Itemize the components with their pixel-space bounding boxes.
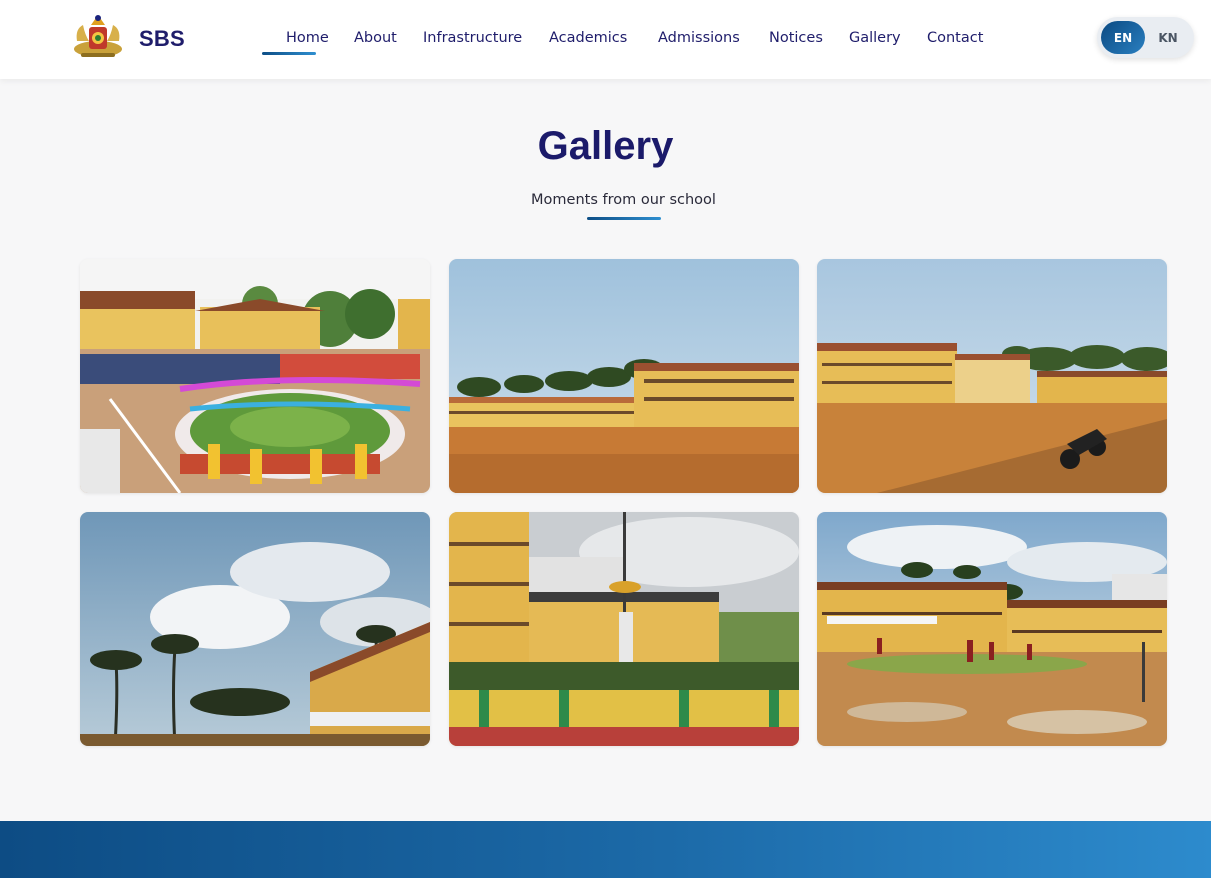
site-header: SBS Home About Infrastructure Academics …: [0, 0, 1211, 79]
brand-name[interactable]: SBS: [139, 26, 185, 52]
gallery-image-palms-and-sky[interactable]: [80, 512, 430, 746]
nav-notices[interactable]: Notices: [769, 30, 823, 46]
language-toggle: EN KN: [1097, 17, 1194, 58]
gallery-image-school-building-field[interactable]: [449, 259, 799, 493]
nav-gallery[interactable]: Gallery: [849, 30, 901, 46]
language-kn-button[interactable]: KN: [1146, 21, 1190, 54]
language-en-button[interactable]: EN: [1101, 21, 1145, 54]
nav-about[interactable]: About: [354, 30, 397, 46]
footer-band: [0, 821, 1211, 878]
nav-home[interactable]: Home: [286, 30, 329, 46]
gallery-image-courtyard-students[interactable]: [817, 512, 1167, 746]
active-nav-indicator: [262, 52, 316, 55]
karnataka-emblem-icon[interactable]: [71, 11, 125, 61]
page-title: Gallery: [537, 124, 674, 168]
nav-infrastructure[interactable]: Infrastructure: [423, 30, 522, 46]
nav-admissions[interactable]: Admissions: [658, 30, 740, 46]
nav-contact[interactable]: Contact: [927, 30, 983, 46]
gallery-image-assembly-ground[interactable]: [80, 259, 430, 493]
title-underline: [587, 217, 661, 220]
gallery-image-flagpole-garden[interactable]: [449, 512, 799, 746]
gallery-image-ground-with-motorbike[interactable]: [817, 259, 1167, 493]
nav-academics[interactable]: Academics: [549, 30, 627, 46]
page-subtitle: Moments from our school: [531, 192, 716, 208]
